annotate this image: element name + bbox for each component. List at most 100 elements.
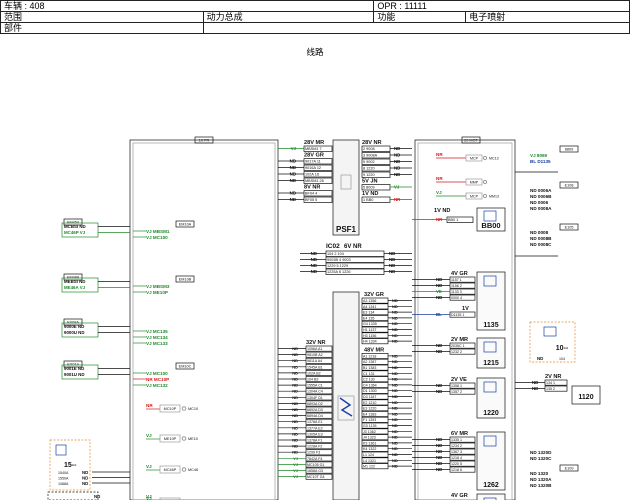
- module-row-0-2: 1133 3: [451, 290, 462, 294]
- fuse-left-row-12: 1378A E1: [307, 420, 323, 424]
- far-right-line5-2: ND 1320B: [530, 483, 552, 488]
- psf1-right-row-3: 8 1220: [363, 167, 375, 171]
- bus-label-2: MC46P: [164, 468, 177, 472]
- module-label-3: 1262: [483, 482, 499, 489]
- diagram-title: 线路: [306, 47, 324, 57]
- fuse-row-1-18: L4 1321: [363, 459, 376, 463]
- far-right-line3-2: ND 0008C: [530, 242, 552, 247]
- opr-cell: OPR : 11111: [373, 0, 630, 12]
- fuse-row-1-11: F1 1393: [363, 418, 376, 422]
- left-comp-sig-3-0: 9001E ND: [64, 366, 84, 371]
- left-comp-label-2-1: VJ MC134: [146, 335, 168, 340]
- fuse-row-0-7: H4 1334: [363, 340, 377, 344]
- module-title-0: 4V GR: [451, 271, 468, 277]
- left-comp-label-3-2: VJ MC132: [146, 383, 168, 388]
- fuse-row-1-17: L1 124: [363, 453, 374, 457]
- psf1-left-row-4: MBSM1 26: [305, 179, 324, 183]
- module-row-0-0: 1157 1: [451, 278, 462, 282]
- comp15-row-1: 1550A: [58, 477, 69, 481]
- right-frame-tag: 20 MOT: [464, 139, 478, 143]
- fuse-group-title-1: 48V MR: [364, 347, 384, 353]
- far-right-line4-1: ND 1320C: [530, 456, 552, 461]
- mcp-label-2: MCP: [470, 195, 479, 199]
- psf1-left-title-1: 28V GR: [304, 153, 324, 159]
- comp10-icon: [543, 326, 557, 337]
- fuse-left-row-1: 9810B A2: [307, 353, 323, 357]
- module-box-4: [476, 493, 506, 500]
- module-row-3-1: 1234 2: [451, 444, 462, 448]
- far-right-tag1: 8809: [565, 148, 573, 152]
- part-label: 部件: [0, 22, 204, 34]
- left-comp-label-2-0: VJ MC135: [146, 329, 168, 334]
- bottom-left-sig2: VJ: [146, 494, 152, 499]
- bb00-row-title: 1V ND: [434, 208, 450, 214]
- comp1120-label: 1120: [578, 394, 593, 401]
- left-comp-sig-3-1: 9001U ND: [64, 372, 85, 377]
- fuse-row-1-5: C4 1364: [363, 383, 377, 387]
- comp15-sig-2: ND: [82, 481, 88, 486]
- left-frame: [129, 139, 279, 500]
- left-comp-conn-3: EM10C: [179, 365, 192, 369]
- module-row-3-4: 1220 5: [451, 462, 462, 466]
- bus-tag-1: ME10: [188, 437, 198, 441]
- fuse-left-row-11: 6894A D4: [307, 414, 323, 418]
- psf1-left-row-3: 102A 16: [305, 173, 319, 177]
- module-row-1-1: 1232 2: [451, 350, 462, 354]
- module-row-3-0: 1335 1: [451, 438, 462, 442]
- bus-node-icon-2: [181, 467, 187, 472]
- module-row-2-1: 1357 2: [451, 390, 462, 394]
- module-row2-0: D1135 1: [451, 313, 464, 317]
- fuse-left-row-7: 1304A C4: [307, 390, 323, 394]
- mcp-sig-2: VJ: [436, 190, 442, 195]
- left-comp-label-3-1: NR MC10P: [146, 377, 169, 382]
- fuse-row-0-4: G4 1335: [363, 322, 377, 326]
- vehicle-cell: 车辆 : 408: [0, 0, 375, 12]
- bus-tag-2: MC46: [188, 468, 198, 472]
- fuse-row-0-1: A4 1341: [363, 305, 376, 309]
- fuse-left-row-9: 6893A D2: [307, 402, 323, 406]
- left-comp-label-0-1: VJ MC100: [146, 235, 168, 240]
- bb00-row: BB0 1: [448, 218, 458, 222]
- psf1-right-title-5: 5V JN: [362, 179, 378, 185]
- left-comp-sig-0-1: MC46P VJ: [64, 230, 86, 235]
- far-right-line5-1: ND 1320A: [530, 477, 552, 482]
- left-frame-inner: [132, 142, 276, 500]
- psf1-right-row-5: 5 8009: [363, 186, 375, 190]
- comp15-sensor-icon: [55, 444, 67, 456]
- far-right-tag2: E108: [565, 184, 574, 188]
- left-comp-label-1-1: VJ ME10P: [146, 290, 168, 295]
- ic02-label: IC02: [326, 243, 340, 250]
- far-right-line2-3: ND 0008A: [530, 206, 552, 211]
- fuse-row-1-14: J4 1323: [363, 436, 376, 440]
- far-right-line3-1: ND 0008B: [530, 236, 552, 241]
- bus-sig-2: VJ: [146, 464, 152, 469]
- fuse-left-title: 32V NR: [306, 340, 326, 346]
- psf1-right-row-2: 5 9002: [363, 160, 375, 164]
- psf1-left-row-2: 9016A 12: [305, 166, 321, 170]
- left-comp-conn-1: EM10B: [179, 278, 192, 282]
- ic02-sublabel: 6V NR: [344, 244, 362, 250]
- module-row-2-0: 1358 1: [451, 384, 462, 388]
- fuse-left-row-8: 1304F D1: [307, 396, 323, 400]
- mcp-sig-1: NR: [436, 176, 443, 181]
- mcp-node-icon-0: [482, 155, 488, 161]
- bus-label-0: MC10P: [164, 407, 177, 411]
- far-right-tag5: E109: [565, 467, 574, 471]
- mcp-tag-0: MC13: [489, 157, 499, 161]
- fuse-row-1-0: A1 1218: [363, 354, 376, 358]
- module-row-0-1: 1156 2: [451, 284, 462, 288]
- fuse-row-1-3: C1 131: [363, 372, 375, 376]
- fuse-left-row-2: 9811A A4: [307, 359, 322, 363]
- psf1-left-title-5: 8V NR: [304, 185, 320, 191]
- fuse-row-1-13: J3 1362: [363, 430, 376, 434]
- left-comp-label-1-0: VJ MBSM3: [146, 284, 170, 289]
- comp15-label: 15--: [64, 462, 77, 469]
- module-title-3: 6V MR: [451, 431, 468, 437]
- far-right-line2-0: ND 0006A: [530, 188, 552, 193]
- left-comp-label-2-2: VJ MC133: [146, 341, 168, 346]
- bb00-label: BB00: [481, 221, 500, 230]
- left-comp-label-3-0: VJ MC100: [146, 371, 168, 376]
- fuse-row-1-15: K3 1361: [363, 441, 376, 445]
- fuse-row-0-5: H1 1137: [363, 328, 376, 332]
- fuse-left-row-3: 1545A B1: [307, 365, 323, 369]
